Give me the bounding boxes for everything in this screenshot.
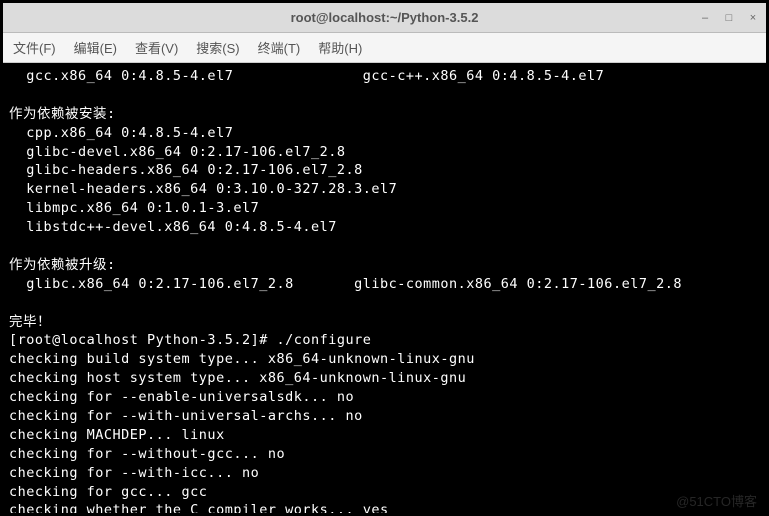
menu-edit[interactable]: 编辑(E) [74,38,117,57]
window-title: root@localhost:~/Python-3.5.2 [291,10,479,25]
menubar: 文件(F) 编辑(E) 查看(V) 搜索(S) 终端(T) 帮助(H) [3,33,766,63]
close-icon[interactable]: × [746,11,760,25]
maximize-icon[interactable]: □ [722,11,736,25]
menu-view[interactable]: 查看(V) [135,38,178,57]
menu-search[interactable]: 搜索(S) [196,38,239,57]
titlebar: root@localhost:~/Python-3.5.2 – □ × [3,3,766,33]
watermark: @51CTO博客 [676,491,757,510]
terminal-output[interactable]: gcc.x86_64 0:4.8.5-4.el7 gcc-c++.x86_64 … [3,63,766,513]
minimize-icon[interactable]: – [698,11,712,25]
menu-file[interactable]: 文件(F) [13,38,56,57]
menu-help[interactable]: 帮助(H) [318,38,362,57]
menu-terminal[interactable]: 终端(T) [258,38,301,57]
window-controls: – □ × [698,11,760,25]
